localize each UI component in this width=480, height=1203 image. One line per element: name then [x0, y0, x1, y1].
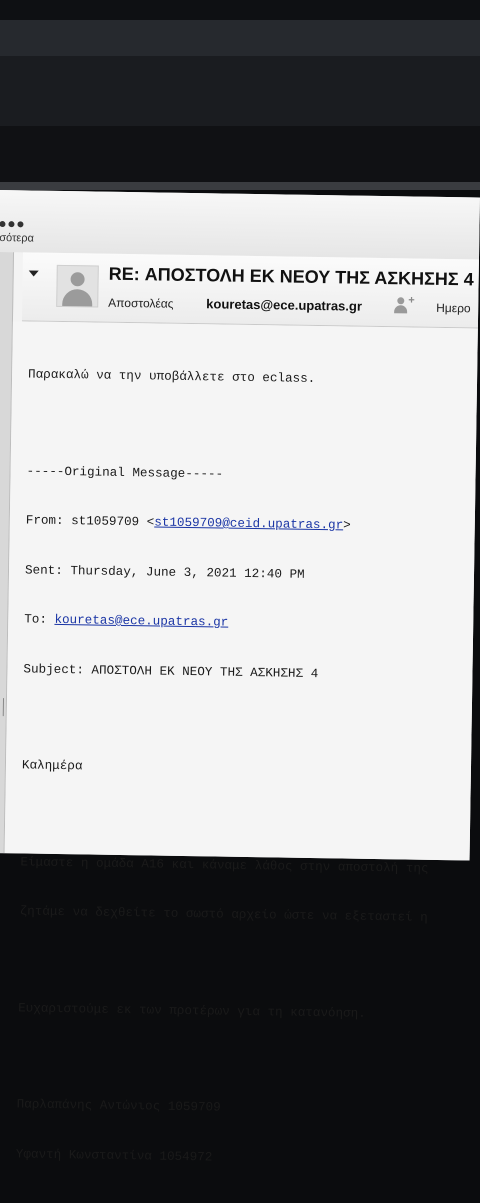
paragraph-line-1: Είμαστε η ομάδα Α16 και κάναμε λάθος στη…	[20, 854, 429, 876]
original-subject-line: Subject: ΑΠΟΣΤΟΛΗ ΕΚ ΝΕΟΥ ΤΗΣ ΑΣΚΗΣΗΣ 4	[23, 661, 319, 681]
original-from-email-link[interactable]: st1059709@ceid.upatras.gr	[154, 515, 343, 532]
greeting: Καλημέρα	[21, 758, 83, 774]
original-from-line: From: st1059709 <st1059709@ceid.upatras.…	[25, 513, 351, 533]
collapse-header-icon[interactable]	[28, 270, 39, 277]
sender-avatar	[56, 264, 99, 308]
add-contact-icon[interactable]: +	[394, 294, 416, 314]
signature-2: Υφαντή Κωνσταντίνα 1054972	[15, 1146, 213, 1164]
window-top-edge	[0, 182, 480, 190]
message-body: Παρακαλώ να την υποβάλλετε στο eclass. -…	[15, 333, 480, 1202]
desktop-area	[0, 56, 480, 126]
original-to-line: To: kouretas@ece.upatras.gr	[24, 612, 229, 630]
email-window: σότερα RE: ΑΠΟΣΤΟΛΗ ΕΚ ΝΕΟΥ ΤΗΣ ΑΣΚΗΣΗΣ …	[0, 190, 480, 1164]
toolbar: σότερα	[0, 190, 480, 260]
top-bezel	[0, 0, 480, 20]
from-label: Αποστολέας	[108, 295, 174, 311]
desktop-shadow	[0, 126, 480, 182]
message-subject: RE: ΑΠΟΣΤΟΛΗ ΕΚ ΝΕΟΥ ΤΗΣ ΑΣΚΗΣΗΣ 4	[108, 263, 474, 290]
original-message-header: -----Original Message-----	[26, 463, 224, 482]
splitter-grip-icon[interactable]	[0, 698, 5, 717]
nav-label[interactable]: σότερα	[0, 232, 34, 245]
sender-address[interactable]: kouretas@ece.upatras.gr	[206, 296, 362, 313]
reply-text: Παρακαλώ να την υποβάλλετε στο eclass.	[27, 367, 316, 386]
window-controls[interactable]	[0, 216, 27, 230]
thanks-line: Ευχαριστούμε εκ των προτέρων για τη κατα…	[18, 1000, 366, 1021]
message-header: RE: ΑΠΟΣΤΟΛΗ ΕΚ ΝΕΟΥ ΤΗΣ ΑΣΚΗΣΗΣ 4 Αποστ…	[21, 252, 479, 329]
desktop-strip	[0, 20, 480, 56]
paragraph-line-2: ζητάμε να δεχθείτε το σωστό αρχείο ώστε …	[19, 904, 428, 925]
message-body-pane: Παρακαλώ να την υποβάλλετε στο eclass. -…	[4, 321, 478, 1164]
signature-1: Παρλαπάνης Αντώνιος 1059709	[16, 1097, 221, 1115]
original-to-email-link[interactable]: kouretas@ece.upatras.gr	[54, 613, 228, 630]
original-sent-line: Sent: Thursday, June 3, 2021 12:40 PM	[24, 562, 305, 582]
date-label: Ημερο	[436, 300, 471, 316]
